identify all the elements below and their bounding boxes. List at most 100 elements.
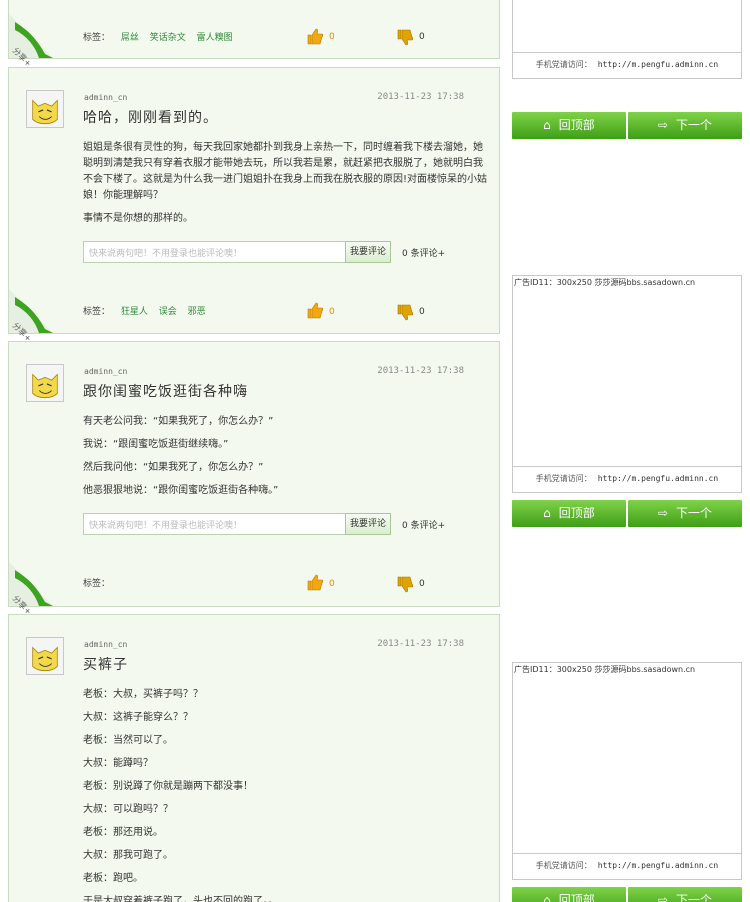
- post-line: 我说：“跟闺蜜吃饭逛街继续嗨。”: [83, 439, 229, 450]
- back-to-top-label: 回顶部: [558, 506, 595, 520]
- tags-label: 标签：: [83, 579, 111, 589]
- ad-box: 手机党请访问： http://m.pengfu.adminn.cn: [512, 0, 742, 79]
- tags-label: 标签：: [83, 33, 111, 43]
- comment-count-link[interactable]: 0 条评论+: [402, 246, 445, 259]
- next-label: 下一个: [676, 118, 713, 132]
- like-count: 0: [329, 32, 335, 42]
- home-icon: ⌂: [543, 893, 551, 902]
- thumbs-up-icon[interactable]: [306, 27, 324, 45]
- post-card: adminn_cn 2013-11-23 17:38 买裤子 老板：大叔，买裤子…: [8, 614, 500, 902]
- post-line: 然后我问他：“如果我死了，你怎么办？”: [83, 462, 264, 473]
- ad-box: 广告ID11：300x250 莎莎源码bbs.sasadown.cn 手机党请访…: [512, 275, 742, 493]
- tag-link[interactable]: 笑话杂文: [150, 33, 186, 43]
- avatar[interactable]: [26, 90, 64, 128]
- thumbs-up-icon[interactable]: [306, 301, 324, 319]
- next-label: 下一个: [676, 506, 713, 520]
- post-line: 于是大叔穿着裤子跑了，头也不回的跑了。。: [83, 896, 278, 902]
- post-time: 2013-11-23 17:38: [377, 366, 464, 376]
- tag-link[interactable]: 误会: [159, 307, 177, 317]
- arrow-right-icon: ⇨: [657, 506, 669, 520]
- comment-input[interactable]: 快来说两句吧！不用登录也能评论噢！: [83, 241, 346, 263]
- mobile-url-link[interactable]: http://m.pengfu.adminn.cn: [598, 861, 718, 870]
- post-line: 他恶狠狠地说：“跟你闺蜜吃饭逛街各种嗨。”: [83, 485, 279, 496]
- thumbs-down-icon[interactable]: [396, 304, 414, 322]
- next-label: 下一个: [676, 893, 713, 902]
- tag-link[interactable]: 屌丝: [121, 33, 139, 43]
- dislike-count: 0: [419, 32, 425, 42]
- tag-row: 标签： 狂星人 误会 邪恶: [83, 304, 206, 317]
- next-button[interactable]: ⇨ 下一个: [628, 112, 742, 139]
- thumbs-down-icon[interactable]: [396, 29, 414, 47]
- post-author[interactable]: adminn_cn: [84, 93, 127, 102]
- arrow-right-icon: ⇨: [657, 893, 669, 902]
- post-title[interactable]: 哈哈，刚刚看到的。: [83, 107, 218, 127]
- back-to-top-button[interactable]: ⌂ 回顶部: [512, 112, 626, 139]
- post-time: 2013-11-23 17:38: [377, 92, 464, 102]
- post-card: adminn_cn 2013-11-23 17:38 跟你闺蜜吃饭逛街各种嗨 有…: [8, 341, 500, 616]
- tag-link[interactable]: 狂星人: [121, 307, 148, 317]
- mobile-access-label: 手机党请访问：: [535, 60, 592, 69]
- post-body: 姐姐是条很有灵性的狗，每天我回家她都扑到我身上亲热一下，同时缠着我下楼去溜她，她…: [83, 140, 488, 234]
- post-title[interactable]: 跟你闺蜜吃饭逛街各种嗨: [83, 381, 248, 401]
- ad-caption[interactable]: 广告ID11：300x250 莎莎源码bbs.sasadown.cn: [514, 664, 695, 675]
- like-count: 0: [329, 579, 335, 589]
- next-button[interactable]: ⇨ 下一个: [628, 500, 742, 527]
- mobile-access-label: 手机党请访问：: [535, 861, 592, 870]
- mobile-url-link[interactable]: http://m.pengfu.adminn.cn: [598, 60, 718, 69]
- post-card: 分享+ 标签： 屌丝 笑话杂文 雷人糗图 0 0: [8, 0, 500, 68]
- post-line: 大叔：那我可跑了。: [83, 850, 173, 861]
- home-icon: ⌂: [543, 118, 551, 132]
- post-line: 大叔：这裤子能穿么？？: [83, 712, 193, 723]
- thumbs-down-icon[interactable]: [396, 576, 414, 594]
- comment-submit-button[interactable]: 我要评论: [345, 241, 391, 263]
- home-icon: ⌂: [543, 506, 551, 520]
- avatar[interactable]: [26, 637, 64, 675]
- dislike-count: 0: [419, 579, 425, 589]
- comment-input[interactable]: 快来说两句吧！不用登录也能评论噢！: [83, 513, 346, 535]
- post-line: 大叔：能蹲吗？: [83, 758, 153, 769]
- tag-link[interactable]: 雷人糗图: [197, 33, 233, 43]
- mobile-access-row: 手机党请访问： http://m.pengfu.adminn.cn: [513, 52, 741, 78]
- post-author[interactable]: adminn_cn: [84, 640, 127, 649]
- ad-box: 广告ID11：300x250 莎莎源码bbs.sasadown.cn 手机党请访…: [512, 662, 742, 880]
- post-line: 老板：那还用说。: [83, 827, 163, 838]
- post-line: 老板：大叔，买裤子吗？？: [83, 689, 203, 700]
- post-body: 老板：大叔，买裤子吗？？ 大叔：这裤子能穿么？？ 老板：当然可以了。 大叔：能蹲…: [83, 687, 488, 902]
- comment-count-link[interactable]: 0 条评论+: [402, 518, 445, 531]
- post-line: 老板：别说蹲了你就是蹦两下都没事！: [83, 781, 253, 792]
- post-time: 2013-11-23 17:38: [377, 639, 464, 649]
- dislike-count: 0: [419, 307, 425, 317]
- post-paragraph: 事情不是你想的那样的。: [83, 213, 193, 224]
- comment-submit-button[interactable]: 我要评论: [345, 513, 391, 535]
- thumbs-up-icon[interactable]: [306, 573, 324, 591]
- mobile-access-row: 手机党请访问： http://m.pengfu.adminn.cn: [513, 466, 741, 492]
- post-line: 有天老公问我：“如果我死了，你怎么办？”: [83, 416, 274, 427]
- tag-row: 标签：: [83, 576, 110, 589]
- arrow-right-icon: ⇨: [657, 118, 669, 132]
- tag-row: 标签： 屌丝 笑话杂文 雷人糗图: [83, 30, 233, 43]
- post-line: 老板：跑吧。: [83, 873, 143, 884]
- post-card: adminn_cn 2013-11-23 17:38 哈哈，刚刚看到的。 姐姐是…: [8, 67, 500, 343]
- post-body: 有天老公问我：“如果我死了，你怎么办？” 我说：“跟闺蜜吃饭逛街继续嗨。” 然后…: [83, 414, 488, 506]
- nav-button-row: ⌂ 回顶部 ⇨ 下一个: [512, 112, 742, 139]
- nav-button-row: ⌂ 回顶部 ⇨ 下一个: [512, 887, 742, 902]
- nav-button-row: ⌂ 回顶部 ⇨ 下一个: [512, 500, 742, 527]
- post-line: 大叔：可以跑吗？？: [83, 804, 173, 815]
- post-author[interactable]: adminn_cn: [84, 367, 127, 376]
- tag-link[interactable]: 邪恶: [188, 307, 206, 317]
- post-title[interactable]: 买裤子: [83, 654, 128, 674]
- back-to-top-button[interactable]: ⌂ 回顶部: [512, 887, 626, 902]
- post-line: 老板：当然可以了。: [83, 735, 173, 746]
- post-paragraph: 姐姐是条很有灵性的狗，每天我回家她都扑到我身上亲热一下，同时缠着我下楼去溜她，她…: [83, 142, 488, 201]
- tags-label: 标签：: [83, 307, 111, 317]
- next-button[interactable]: ⇨ 下一个: [628, 887, 742, 902]
- ad-caption[interactable]: 广告ID11：300x250 莎莎源码bbs.sasadown.cn: [514, 277, 695, 288]
- back-to-top-button[interactable]: ⌂ 回顶部: [512, 500, 626, 527]
- mobile-url-link[interactable]: http://m.pengfu.adminn.cn: [598, 474, 718, 483]
- mobile-access-label: 手机党请访问：: [535, 474, 592, 483]
- mobile-access-row: 手机党请访问： http://m.pengfu.adminn.cn: [513, 853, 741, 879]
- back-to-top-label: 回顶部: [558, 893, 595, 902]
- avatar[interactable]: [26, 364, 64, 402]
- like-count: 0: [329, 307, 335, 317]
- back-to-top-label: 回顶部: [558, 118, 595, 132]
